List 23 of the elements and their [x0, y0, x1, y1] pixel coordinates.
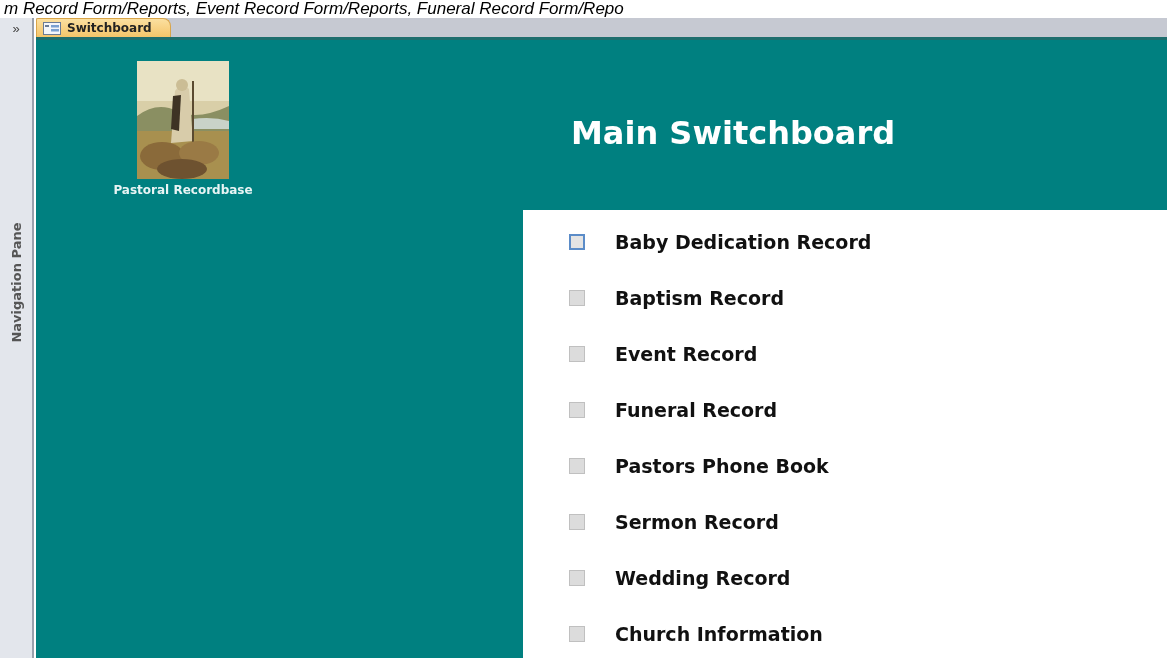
- option-label[interactable]: Wedding Record: [615, 567, 791, 589]
- option-button[interactable]: [569, 514, 585, 530]
- option-label[interactable]: Baby Dedication Record: [615, 231, 872, 253]
- option-button[interactable]: [569, 402, 585, 418]
- option-label[interactable]: Baptism Record: [615, 287, 785, 309]
- option-button[interactable]: [569, 570, 585, 586]
- logo-caption: Pastoral Recordbase: [113, 183, 253, 197]
- option-button[interactable]: [569, 290, 585, 306]
- expand-button[interactable]: »: [12, 19, 20, 37]
- option-label[interactable]: Pastors Phone Book: [615, 455, 829, 477]
- option-button[interactable]: [569, 458, 585, 474]
- form-icon: [43, 21, 61, 35]
- option-label[interactable]: Funeral Record: [615, 399, 778, 421]
- option-button[interactable]: [569, 626, 585, 642]
- form-tab[interactable]: Switchboard: [36, 18, 171, 37]
- form-title: Main Switchboard: [571, 113, 896, 152]
- option-label[interactable]: Church Information: [615, 623, 823, 645]
- option-label[interactable]: Event Record: [615, 343, 758, 365]
- option-label[interactable]: Sermon Record: [615, 511, 779, 533]
- caption-text: m Record Form/Reports, Event Record Form/Reports, Funeral Record Form/Repo: [4, 0, 624, 18]
- option-button[interactable]: [569, 234, 585, 250]
- option-button[interactable]: [569, 346, 585, 362]
- navigation-pane-label[interactable]: Navigation Pane: [8, 222, 24, 343]
